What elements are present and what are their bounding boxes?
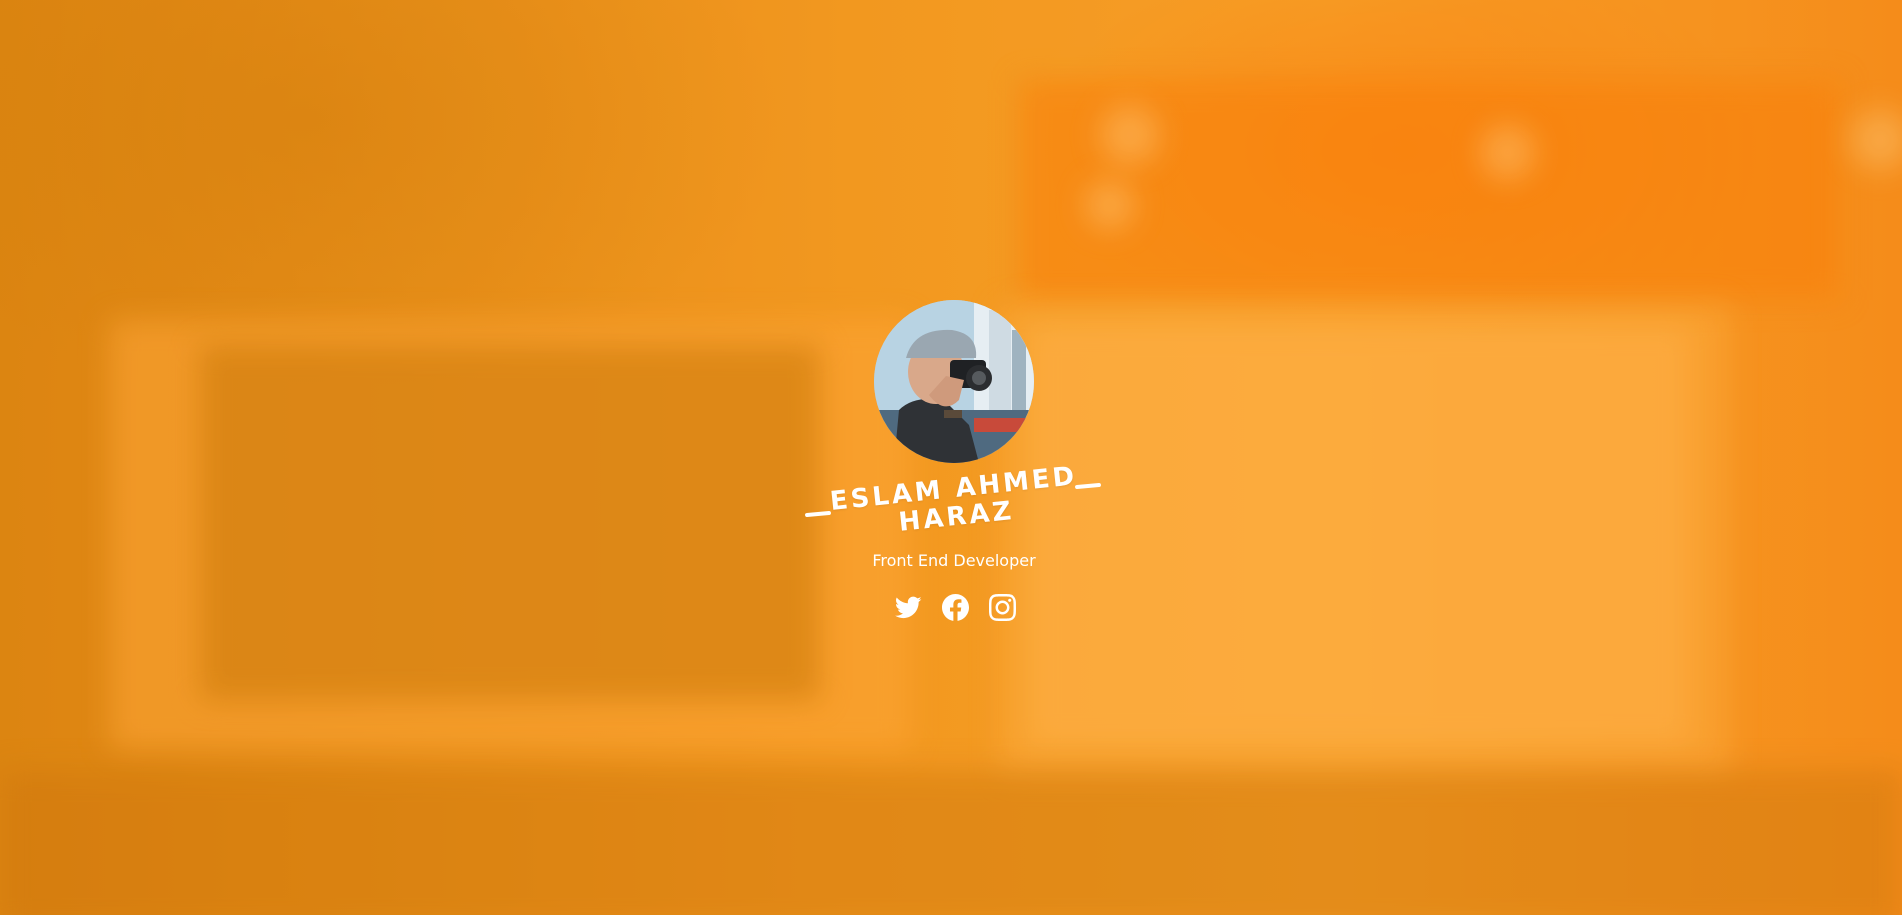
social-links — [880, 590, 1030, 624]
avatar — [874, 300, 1034, 463]
facebook-link[interactable] — [941, 593, 969, 621]
avatar-photo — [874, 300, 1034, 463]
instagram-link[interactable] — [988, 593, 1016, 621]
dash-decoration — [1074, 482, 1102, 490]
twitter-link[interactable] — [894, 594, 922, 621]
instagram-icon — [988, 593, 1016, 621]
dash-decoration — [804, 510, 832, 518]
name-heading: ESLAM AHMED HARAZ — [800, 461, 1110, 540]
facebook-icon — [941, 593, 969, 621]
profile-role: Front End Developer — [872, 551, 1036, 570]
profile-name: ESLAM AHMED HARAZ — [828, 461, 1082, 544]
twitter-icon — [894, 596, 922, 618]
profile-card: ESLAM AHMED HARAZ Front End Developer — [0, 0, 1902, 915]
